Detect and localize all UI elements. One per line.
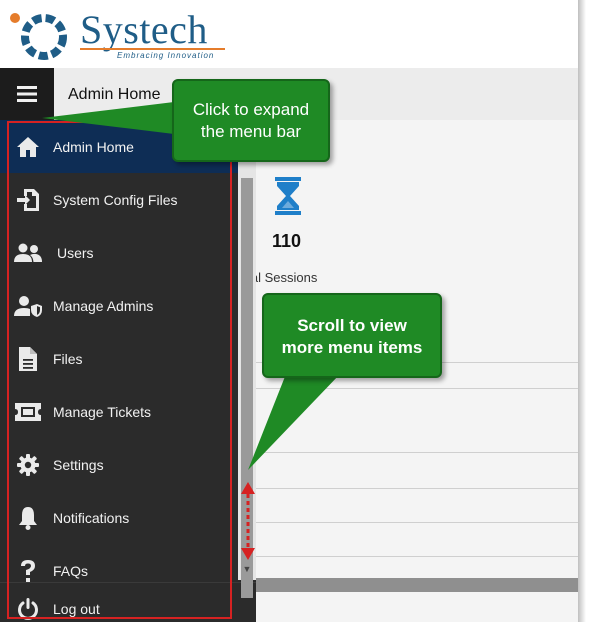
total-sessions-value: 110 [272,231,302,251]
sidebar-item-notifications[interactable]: Notifications [0,491,238,544]
document-icon [14,345,42,373]
brand-underline [80,48,225,50]
sidebar-item-label: Users [57,244,94,261]
sidebar-item-label: Files [53,350,83,367]
gear-icon [14,451,42,479]
sidebar-item-label: Settings [53,456,104,473]
callout-line: more menu items [281,338,423,357]
callout-line: Click to expand [192,100,310,119]
callout-line: Scroll to view [297,316,407,335]
page-edge-shadow [578,0,586,622]
sidebar-item-label: FAQs [53,562,89,579]
hourglass-icon [275,177,301,215]
sidebar-item-manage-admins[interactable]: Manage Admins [0,279,238,332]
sidebar-item-manage-tickets[interactable]: Manage Tickets [0,385,238,438]
power-icon [14,595,42,622]
double-arrow-annotation-icon [241,482,255,560]
sidebar-item-label: Notifications [53,509,130,526]
systech-logo-icon [10,13,67,60]
scroll-menu-callout: Scroll to view more menu items [262,293,442,378]
sidebar-item-label: Log out [53,601,100,617]
sidebar-item-users[interactable]: Users [0,226,238,279]
question-icon [14,557,42,585]
scroll-down-arrow-icon[interactable]: ▼ [238,560,256,578]
expand-menu-callout: Click to expand the menu bar [172,79,330,162]
user-shield-icon [14,292,42,320]
ticket-icon [14,398,42,426]
sidebar-item-system-config-files[interactable]: System Config Files [0,173,238,226]
brand-name: Systech [80,7,208,52]
sidebar-item-label: System Config Files [53,191,178,208]
sidebar-menu: Admin Home System Config Files Users Man… [0,120,256,622]
sidebar-item-label: Manage Admins [53,297,154,314]
callout-pointer [248,374,340,470]
sidebar-item-log-out[interactable]: Log out [0,582,256,622]
divider [256,522,578,523]
logo-bar: Systech Embracing Innovation [0,0,578,68]
sidebar-item-files[interactable]: Files [0,332,238,385]
sidebar-item-label: Manage Tickets [53,403,152,420]
callout-pointer [42,102,174,134]
home-icon [14,133,42,161]
divider [256,488,578,489]
users-icon [14,239,42,267]
sidebar-item-settings[interactable]: Settings [0,438,238,491]
bell-icon [14,504,42,532]
divider [256,556,578,557]
hamburger-icon [17,86,37,102]
brand-tagline: Embracing Innovation [117,51,215,60]
sidebar-item-label: Admin Home [53,138,134,155]
horizontal-scrollbar[interactable] [256,578,578,592]
callout-line: the menu bar [200,122,302,141]
file-import-icon [14,186,42,214]
